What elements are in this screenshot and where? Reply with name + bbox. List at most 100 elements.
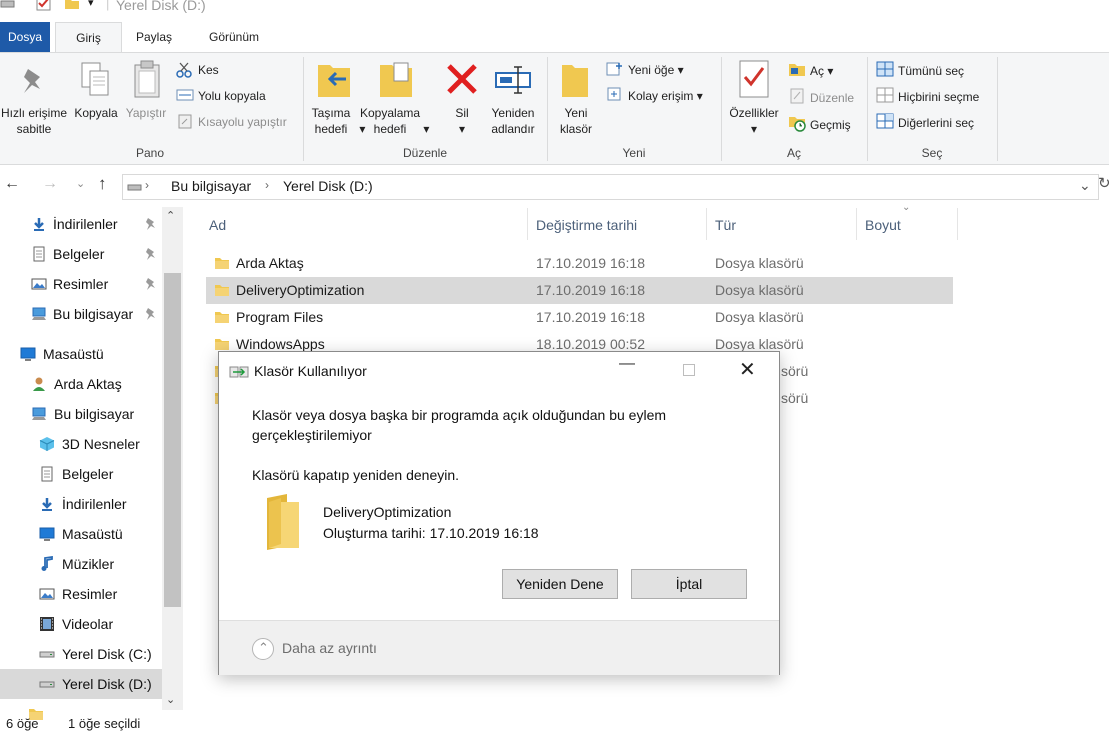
up-arrow-icon[interactable]: ↑ xyxy=(98,174,107,194)
select-all-icon xyxy=(876,61,894,77)
dialog-item-name: DeliveryOptimization xyxy=(323,504,452,520)
column-size[interactable]: Boyut xyxy=(865,217,901,233)
ribbon: Hızlı erişime sabitle Kopyala Yapıştır K… xyxy=(0,52,1109,165)
folder-icon[interactable] xyxy=(64,0,80,10)
copy-icon xyxy=(81,62,109,96)
move-to-icon xyxy=(318,65,350,97)
scroll-up-icon[interactable]: ⌃ xyxy=(166,209,175,222)
item-count: 6 öğe xyxy=(6,716,39,731)
history-icon xyxy=(789,117,806,132)
file-transfer-icon xyxy=(229,366,249,378)
column-name[interactable]: Ad xyxy=(209,217,226,233)
nav-tree-item[interactable]: Müzikler xyxy=(0,549,162,579)
edit-button[interactable]: Düzenle xyxy=(810,90,854,106)
select-none-icon xyxy=(876,87,894,103)
nav-tree-item[interactable]: Masaüstü xyxy=(0,519,162,549)
minimize-button[interactable]: — xyxy=(619,355,635,373)
new-item-button[interactable]: Yeni öğe ▾ xyxy=(628,62,684,78)
rename-button[interactable]: Yeniden adlandır xyxy=(484,105,542,137)
tab-share[interactable]: Paylaş xyxy=(124,22,184,52)
select-none-button[interactable]: Hiçbirini seçme xyxy=(898,89,979,105)
less-details-link[interactable]: Daha az ayrıntı xyxy=(282,640,377,656)
address-bar[interactable]: › Bu bilgisayar › Yerel Disk (D:) ⌄ xyxy=(122,174,1099,200)
address-dropdown-icon[interactable]: ⌄ xyxy=(1079,177,1091,194)
cut-button[interactable]: Kes xyxy=(198,62,219,78)
copy-button[interactable]: Kopyala xyxy=(70,105,122,121)
tab-home[interactable]: Giriş xyxy=(55,22,122,53)
delete-button[interactable]: Sil ▾ xyxy=(444,105,480,137)
window-title: Yerel Disk (D:) xyxy=(116,0,206,13)
nav-tree-item[interactable]: Yerel Disk (C:) xyxy=(0,639,162,669)
delete-icon xyxy=(447,64,477,94)
nav-tree-item[interactable]: İndirilenler xyxy=(0,489,162,519)
forward-arrow-icon[interactable]: → xyxy=(42,175,58,193)
properties-button[interactable]: Özellikler ▾ xyxy=(724,105,784,137)
column-date[interactable]: Değiştirme tarihi xyxy=(536,217,637,233)
folder-icon xyxy=(215,258,229,269)
properties-icon[interactable] xyxy=(36,0,52,12)
file-type: Dosya klasörü xyxy=(715,309,804,325)
scroll-down-icon[interactable]: ⌄ xyxy=(166,693,175,706)
maximize-button[interactable] xyxy=(683,364,695,376)
breadcrumb-drive-d[interactable]: Yerel Disk (D:) xyxy=(283,178,373,194)
folder-in-use-dialog: Klasör Kullanılıyor — ✕ Klasör veya dosy… xyxy=(218,351,780,675)
nav-tree-item[interactable]: Belgeler xyxy=(0,459,162,489)
copy-to-button[interactable]: Kopyalama hedefi ▾ xyxy=(360,105,429,137)
document-icon xyxy=(41,466,53,482)
group-label-ac: Aç xyxy=(786,146,801,160)
tab-file[interactable]: Dosya xyxy=(0,22,50,52)
easy-access-button[interactable]: Kolay erişim ▾ xyxy=(628,88,703,104)
selected-count: 1 öğe seçildi xyxy=(68,716,141,731)
nav-tree-item[interactable]: Resimler xyxy=(0,579,162,609)
pin-icon xyxy=(24,69,40,93)
file-type: sörü xyxy=(781,390,809,406)
nav-tree-item[interactable]: 3D Nesneler xyxy=(0,429,162,459)
invert-selection-button[interactable]: Diğerlerini seç xyxy=(898,115,974,131)
group-label-sec: Seç xyxy=(921,146,943,160)
nav-tree-item[interactable]: Yerel Disk (D:) xyxy=(0,669,162,699)
status-bar: 6 öğe 1 öğe seçildi xyxy=(0,712,1109,731)
music-icon xyxy=(41,556,53,571)
nav-quick-item[interactable]: İndirilenler xyxy=(0,209,162,239)
tab-view[interactable]: Görünüm xyxy=(196,22,272,52)
nav-item-label: Videolar xyxy=(62,616,114,632)
ribbon-tabs: Dosya Giriş Paylaş Görünüm xyxy=(0,22,1109,53)
folder-icon xyxy=(215,339,229,350)
nav-item-label: İndirilenler xyxy=(62,496,127,512)
chevron-down-icon[interactable]: ▾ xyxy=(88,0,94,9)
properties-icon xyxy=(739,60,769,98)
file-row[interactable]: Arda Aktaş 17.10.2019 16:18 Dosya klasörü xyxy=(206,250,953,277)
easy-access-icon xyxy=(607,87,621,101)
file-name: Program Files xyxy=(236,309,324,325)
column-type[interactable]: Tür xyxy=(715,217,736,233)
open-icon xyxy=(789,64,805,76)
pin-quick-access-button[interactable]: Hızlı erişime sabitle xyxy=(0,105,70,137)
select-all-button[interactable]: Tümünü seç xyxy=(898,63,964,79)
new-folder-icon xyxy=(562,65,588,97)
dialog-message-2: gerçekleştirilemiyor xyxy=(252,427,372,443)
breadcrumb-this-pc[interactable]: Bu bilgisayar xyxy=(171,178,251,194)
copy-path-button[interactable]: Yolu kopyala xyxy=(198,88,266,104)
collapse-details-icon[interactable]: ⌃ xyxy=(252,638,274,660)
back-arrow-icon[interactable]: ← xyxy=(4,175,20,193)
open-button[interactable]: Aç ▾ xyxy=(810,63,833,79)
file-row[interactable]: DeliveryOptimization 17.10.2019 16:18 Dosy… xyxy=(206,277,953,304)
recent-dropdown-icon[interactable]: ⌄ xyxy=(76,177,85,190)
nav-item-label: İndirilenler xyxy=(53,216,118,232)
nav-tree-item[interactable]: Videolar xyxy=(0,609,162,639)
cancel-button[interactable]: İptal xyxy=(631,569,747,599)
edit-icon xyxy=(790,88,804,104)
file-date: 17.10.2019 16:18 xyxy=(536,282,645,298)
address-row: ← → ⌄ ↑ › Bu bilgisayar › Yerel Disk (D:… xyxy=(0,171,1109,201)
history-button[interactable]: Geçmiş xyxy=(810,117,851,133)
paste-shortcut-icon xyxy=(178,114,192,129)
retry-button[interactable]: Yeniden Dene xyxy=(502,569,618,599)
paste-button[interactable]: Yapıştır xyxy=(122,105,170,121)
paste-shortcut-button[interactable]: Kısayolu yapıştır xyxy=(198,114,287,130)
move-to-button[interactable]: Taşıma hedefi ▾ xyxy=(306,105,366,137)
close-button[interactable]: ✕ xyxy=(739,357,756,382)
refresh-icon[interactable]: ↻ xyxy=(1098,174,1109,192)
new-item-icon xyxy=(606,62,622,76)
file-row[interactable]: Program Files 17.10.2019 16:18 Dosya klasö… xyxy=(206,304,953,331)
new-folder-button[interactable]: Yeni klasör xyxy=(552,105,600,137)
